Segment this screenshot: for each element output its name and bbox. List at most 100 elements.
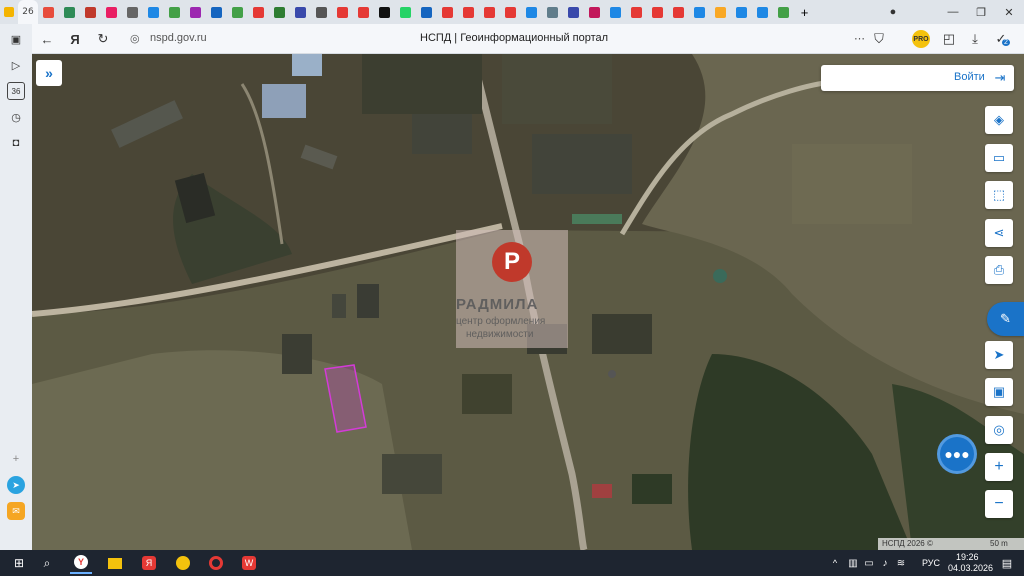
wps-icon[interactable]: W xyxy=(238,552,260,574)
bookmark-icon[interactable]: ⛉ xyxy=(870,30,888,48)
photo-button[interactable]: ▣ xyxy=(985,378,1013,406)
clock-date[interactable]: 04.03.2026 xyxy=(948,563,993,573)
browser-tab[interactable] xyxy=(227,0,248,24)
browser-tab[interactable] xyxy=(311,0,332,24)
zoom-in-button[interactable]: + xyxy=(985,453,1013,481)
screen: 26 + ● — ❐ ✕ ▣ ▷ 36 ◷ ◘ + ➤ ✉ ← Я ↻ ◎ nsp… xyxy=(0,0,1024,576)
browser-tab-strip: 26 + ● — ❐ ✕ xyxy=(0,0,1024,24)
watermark-line1: центр оформления xyxy=(456,316,546,327)
browser-tab[interactable] xyxy=(605,0,626,24)
file-explorer-icon[interactable] xyxy=(104,552,126,574)
browser-tab[interactable] xyxy=(248,0,269,24)
browser-tab[interactable] xyxy=(437,0,458,24)
chat-button[interactable]: ●●● xyxy=(937,434,977,474)
browser-tab[interactable] xyxy=(479,0,500,24)
browser-tab[interactable] xyxy=(626,0,647,24)
yandex-icon[interactable]: Я xyxy=(138,552,160,574)
browser-tab[interactable] xyxy=(647,0,668,24)
new-tab-button[interactable]: + xyxy=(794,0,815,24)
address-bar-row: ← Я ↻ ◎ nspd.gov.ru НСПД | Геоинформацио… xyxy=(32,24,1024,54)
browser-sidebar: ▣ ▷ 36 ◷ ◘ + ➤ ✉ xyxy=(0,24,32,550)
browser-tab[interactable] xyxy=(353,0,374,24)
extensions-icon[interactable]: ◰ xyxy=(940,30,958,48)
browser-logo-icon[interactable] xyxy=(0,0,18,24)
browser-tab[interactable] xyxy=(206,0,227,24)
expand-panel-button[interactable]: » xyxy=(36,60,62,86)
channel-36-icon[interactable]: 36 xyxy=(7,82,25,100)
tab-counter[interactable]: 26 xyxy=(18,0,38,24)
browser-tab[interactable] xyxy=(668,0,689,24)
collections-icon[interactable]: ▣ xyxy=(7,30,25,48)
browser-tab[interactable] xyxy=(185,0,206,24)
browser-tab[interactable] xyxy=(710,0,731,24)
zoom-out-button[interactable]: − xyxy=(985,490,1013,518)
minimize-icon[interactable]: — xyxy=(938,0,968,24)
address-field[interactable]: ◎ nspd.gov.ru НСПД | Геоинформационный п… xyxy=(120,28,890,50)
browser-tab[interactable] xyxy=(164,0,185,24)
geolocation-button[interactable]: ◎ xyxy=(985,416,1013,444)
browser-tab[interactable] xyxy=(269,0,290,24)
browser-tab[interactable] xyxy=(731,0,752,24)
history-icon[interactable]: ◷ xyxy=(7,108,25,126)
downloads-icon[interactable]: ⤓ xyxy=(966,30,984,48)
browser-tab[interactable] xyxy=(143,0,164,24)
browser-tab[interactable] xyxy=(122,0,143,24)
print-button[interactable]: ⎙ xyxy=(985,256,1013,284)
browser-tab[interactable] xyxy=(395,0,416,24)
browser-tab[interactable] xyxy=(290,0,311,24)
browser-tab[interactable] xyxy=(458,0,479,24)
login-icon: ⇥ xyxy=(994,70,1006,85)
search-icon[interactable]: ⌕ xyxy=(36,552,58,574)
watermark-line2: недвижимости xyxy=(466,329,534,340)
language-indicator[interactable]: РУС xyxy=(922,558,940,568)
camera-icon[interactable]: ◘ xyxy=(7,134,25,152)
select-area-button[interactable]: ⬚ xyxy=(985,181,1013,209)
share-button[interactable]: ⋖ xyxy=(985,219,1013,247)
restore-icon[interactable]: ❐ xyxy=(966,0,996,24)
action-center-icon[interactable]: ▤ xyxy=(996,552,1018,574)
pro-badge-icon[interactable]: PRO xyxy=(912,30,930,48)
browser-tab[interactable] xyxy=(584,0,605,24)
assistant-button[interactable]: ✎ xyxy=(987,302,1024,336)
clock-time[interactable]: 19:26 xyxy=(956,552,979,562)
close-icon[interactable]: ✕ xyxy=(994,0,1024,24)
browser-tab[interactable] xyxy=(563,0,584,24)
yandex-browser-icon[interactable]: Y xyxy=(70,552,92,574)
browser-tab[interactable] xyxy=(59,0,80,24)
start-icon[interactable]: ⊞ xyxy=(8,552,30,574)
browser-tab[interactable] xyxy=(80,0,101,24)
yandex-market-icon[interactable] xyxy=(172,552,194,574)
browser-tab[interactable] xyxy=(101,0,122,24)
yandex-icon[interactable]: Я xyxy=(66,30,84,48)
browser-tab[interactable] xyxy=(500,0,521,24)
browser-tab[interactable] xyxy=(752,0,773,24)
login-button[interactable]: Войти ⇥ xyxy=(821,65,1014,91)
tab-favicon-icon xyxy=(379,6,390,18)
browser-tab[interactable] xyxy=(521,0,542,24)
play-icon[interactable]: ▷ xyxy=(7,56,25,74)
more-icon[interactable]: ⋯ xyxy=(854,32,865,45)
scale-bar: НСПД 2026 © 50 m xyxy=(878,538,1024,550)
tab-favicon-icon xyxy=(757,6,768,18)
locate-button[interactable]: ➤ xyxy=(985,341,1013,369)
add-icon[interactable]: + xyxy=(7,450,25,468)
browser-tab[interactable] xyxy=(332,0,353,24)
back-icon[interactable]: ← xyxy=(38,30,56,48)
layers-button[interactable]: ◈ xyxy=(985,106,1013,134)
opera-icon[interactable] xyxy=(205,552,227,574)
map-view[interactable]: Р РАДМИЛА центр оформления недвижимости … xyxy=(32,54,1024,550)
browser-tab[interactable] xyxy=(542,0,563,24)
profile-icon[interactable]: ● xyxy=(878,0,908,24)
notifications-icon[interactable]: ✓ 2 xyxy=(992,30,1010,48)
browser-tab[interactable] xyxy=(773,0,794,24)
wifi-icon[interactable]: ≋ xyxy=(890,552,912,574)
browser-tab[interactable] xyxy=(689,0,710,24)
browser-tab[interactable] xyxy=(38,0,59,24)
browser-tab[interactable] xyxy=(374,0,395,24)
mail-icon[interactable]: ✉ xyxy=(7,502,25,520)
browser-tab[interactable] xyxy=(416,0,437,24)
tab-favicon-icon xyxy=(484,6,495,18)
ruler-button[interactable]: ▭ xyxy=(985,144,1013,172)
telegram-icon[interactable]: ➤ xyxy=(7,476,25,494)
refresh-icon[interactable]: ↻ xyxy=(94,30,112,48)
